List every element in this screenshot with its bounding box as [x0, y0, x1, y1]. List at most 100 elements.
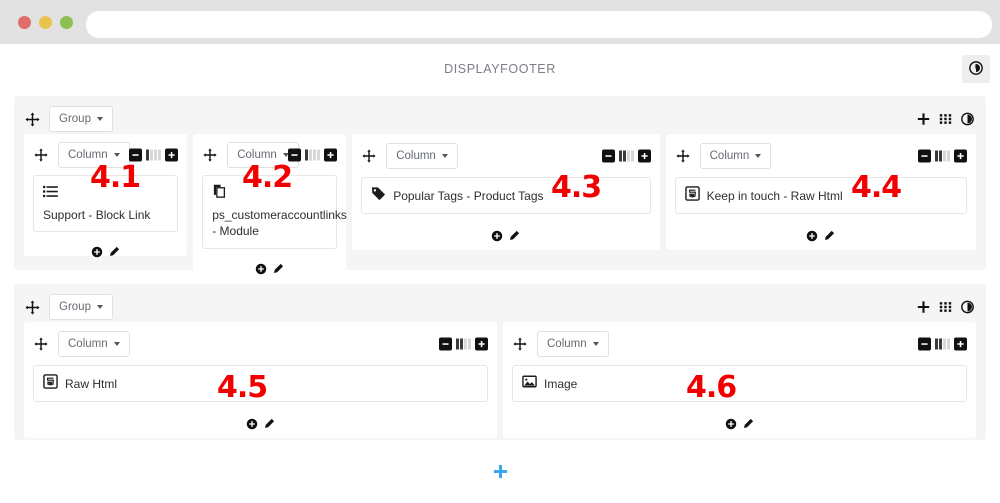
group-toolbar-2: Group: [24, 292, 976, 322]
increase-column-width-button-6[interactable]: [954, 337, 967, 351]
column-label-4: Column: [709, 150, 750, 162]
add-widget-button-2[interactable]: [255, 263, 267, 275]
add-column-button-1[interactable]: [917, 113, 930, 126]
add-widget-button-1[interactable]: [91, 246, 103, 258]
column-label-2: Column: [237, 149, 277, 161]
column-footer-6: [512, 404, 967, 430]
group-type-dropdown-1[interactable]: Group: [49, 106, 113, 132]
column-toolbar-3: Column: [361, 142, 651, 170]
widget-card-4[interactable]: Keep in touch - Raw Html: [674, 177, 967, 215]
decrease-column-width-button-3[interactable]: [601, 149, 615, 163]
widget-label-4: Keep in touch - Raw Html: [706, 188, 843, 203]
move-arrows-icon[interactable]: [202, 147, 218, 163]
close-window-button[interactable]: [18, 16, 31, 29]
edit-column-button-3[interactable]: [508, 230, 520, 242]
group-container-2: Group Column Raw Html Column Image: [14, 284, 986, 440]
widget-card-6[interactable]: Image: [512, 365, 967, 403]
page-title: DISPLAYFOOTER: [444, 62, 556, 76]
group-label-1: Group: [59, 113, 91, 125]
decrease-column-width-button-2[interactable]: [288, 148, 302, 162]
html5-icon: [684, 186, 700, 205]
maximize-window-button[interactable]: [60, 16, 73, 29]
column-card-6: Column Image: [503, 322, 976, 438]
column-type-dropdown-6[interactable]: Column: [537, 331, 609, 357]
edit-column-button-1[interactable]: [108, 246, 120, 258]
column-width-meter-icon-3[interactable]: [618, 150, 634, 162]
column-width-meter-icon-4[interactable]: [935, 150, 950, 162]
add-widget-button-3[interactable]: [491, 230, 503, 242]
column-label-5: Column: [68, 338, 108, 350]
increase-column-width-button-5[interactable]: [475, 337, 488, 351]
column-toolbar-2: Column: [202, 142, 338, 168]
address-bar-input[interactable]: [86, 11, 992, 38]
add-group-button[interactable]: [493, 464, 508, 482]
move-arrows-icon[interactable]: [512, 336, 528, 352]
column-type-dropdown-1[interactable]: Column: [58, 142, 130, 168]
html5-icon: [43, 374, 58, 393]
column-card-1: Column Support - Block Link: [24, 134, 188, 258]
increase-column-width-button-3[interactable]: [637, 149, 651, 163]
add-widget-button-6[interactable]: [725, 418, 737, 430]
column-footer-1: [33, 232, 178, 258]
grid-dots-icon-button-1[interactable]: [939, 113, 952, 126]
widget-card-5[interactable]: Raw Html: [33, 365, 488, 403]
add-widget-button-5[interactable]: [246, 418, 258, 430]
image-icon: [522, 374, 537, 393]
widget-card-3[interactable]: Popular Tags - Product Tags: [361, 177, 651, 215]
decrease-column-width-button-5[interactable]: [439, 337, 452, 351]
move-arrows-icon[interactable]: [361, 148, 377, 164]
column-footer-5: [33, 404, 488, 430]
grid-dots-icon-button-2[interactable]: [939, 301, 952, 314]
column-card-4: Column Keep in touch - Raw Html: [665, 134, 976, 250]
column-toolbar-4: Column: [675, 142, 967, 170]
move-arrows-icon[interactable]: [24, 299, 40, 315]
add-group-row: [0, 454, 1000, 496]
increase-column-width-button-2[interactable]: [324, 148, 338, 162]
column-type-dropdown-5[interactable]: Column: [58, 331, 130, 357]
increase-column-width-button-4[interactable]: [954, 149, 967, 163]
widget-card-1[interactable]: Support - Block Link: [33, 175, 179, 233]
add-widget-button-4[interactable]: [806, 230, 818, 242]
widget-label-5: Raw Html: [65, 376, 118, 391]
move-arrows-icon[interactable]: [33, 336, 49, 352]
history-button[interactable]: [962, 55, 990, 83]
widget-label-3: Popular Tags - Product Tags: [393, 188, 544, 203]
edit-column-button-6[interactable]: [742, 418, 754, 430]
column-width-meter-icon-5[interactable]: [456, 338, 471, 350]
chevron-down-icon: [113, 153, 120, 157]
move-arrows-icon[interactable]: [24, 111, 40, 127]
chevron-down-icon: [592, 342, 599, 346]
group-type-dropdown-2[interactable]: Group: [49, 294, 113, 320]
columns-row-2: Column Raw Html Column Image: [24, 322, 976, 438]
add-column-button-2[interactable]: [917, 301, 930, 314]
edit-column-button-4[interactable]: [823, 230, 835, 242]
browser-chrome: [0, 0, 1000, 44]
column-card-2: Column ps_customeraccountlinks - Module: [193, 134, 347, 274]
column-type-dropdown-4[interactable]: Column: [699, 143, 772, 169]
column-footer-4: [675, 216, 967, 242]
column-width-meter-icon-2[interactable]: [305, 149, 321, 161]
widget-card-2[interactable]: ps_customeraccountlinks - Module: [202, 175, 347, 249]
copy-clone-icon: [212, 184, 327, 203]
history-clock-icon-button-1[interactable]: [961, 112, 974, 126]
move-arrows-icon[interactable]: [33, 147, 49, 163]
column-toolbar-1: Column: [33, 142, 179, 168]
column-width-meter-icon-1[interactable]: [146, 149, 162, 161]
decrease-column-width-button-1[interactable]: [129, 148, 143, 162]
column-footer-3: [361, 216, 650, 242]
window-controls: [18, 16, 73, 29]
decrease-column-width-button-6[interactable]: [918, 337, 931, 351]
column-label-1: Column: [68, 149, 108, 161]
decrease-column-width-button-4[interactable]: [918, 149, 931, 163]
column-toolbar-5: Column: [33, 330, 488, 358]
minimize-window-button[interactable]: [39, 16, 52, 29]
move-arrows-icon[interactable]: [675, 148, 691, 164]
group-toolbar-1: Group: [24, 104, 976, 134]
edit-column-button-5[interactable]: [263, 418, 275, 430]
list-bullets-icon: [43, 184, 168, 203]
column-width-meter-icon-6[interactable]: [935, 338, 950, 350]
history-clock-icon-button-2[interactable]: [961, 300, 974, 314]
increase-column-width-button-1[interactable]: [165, 148, 179, 162]
edit-column-button-2[interactable]: [272, 263, 284, 275]
column-type-dropdown-3[interactable]: Column: [386, 143, 458, 169]
